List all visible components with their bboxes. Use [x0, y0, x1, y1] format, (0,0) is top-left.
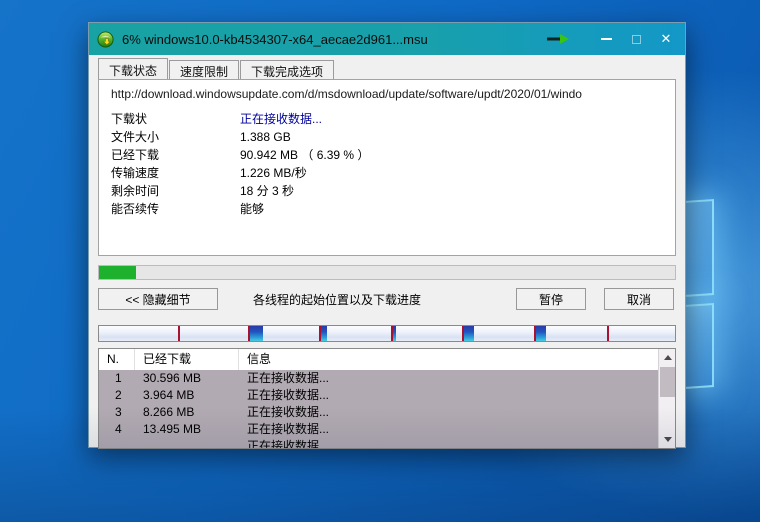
field-label-downloaded: 已经下载 — [111, 146, 240, 164]
cell-downloaded — [135, 438, 239, 449]
desktop-background: 6% windows10.0-kb4534307-x64_aecae2d961.… — [0, 0, 760, 522]
table-scrollbar[interactable] — [658, 349, 675, 448]
table-body: 130.596 MB正在接收数据... 23.964 MB正在接收数据... 3… — [99, 370, 658, 449]
table-row[interactable]: 23.964 MB正在接收数据... — [99, 387, 658, 404]
cell-downloaded: 3.964 MB — [135, 387, 239, 404]
idm-download-window: 6% windows10.0-kb4534307-x64_aecae2d961.… — [88, 22, 686, 448]
thread-marker — [607, 326, 609, 341]
hide-details-button[interactable]: << 隐藏细节 — [98, 288, 218, 310]
cell-downloaded: 13.495 MB — [135, 421, 239, 438]
cell-info: 正在接收数据... — [239, 370, 658, 387]
thread-progress-bar — [98, 325, 676, 342]
windows-logo-pane — [684, 303, 714, 389]
tab-speed-limit[interactable]: 速度限制 — [169, 60, 239, 79]
window-title: 6% windows10.0-kb4534307-x64_aecae2d961.… — [122, 32, 547, 47]
client-area: 下载状态 速度限制 下载完成选项 http://download.windows… — [89, 58, 685, 449]
close-button[interactable]: ✕ — [651, 23, 681, 55]
thread-marker — [534, 326, 546, 341]
scrollbar-thumb[interactable] — [660, 367, 675, 397]
thread-marker — [248, 326, 263, 341]
table-header-row: N. 已经下载 信息 — [99, 349, 675, 370]
field-label-resume: 能否续传 — [111, 200, 240, 218]
cell-info: 正在接收数据... — [239, 438, 658, 449]
cell-info: 正在接收数据... — [239, 404, 658, 421]
windows-logo-pane — [684, 199, 714, 297]
field-value-downloaded: 90.942 MB （ 6.39 % ） — [240, 146, 663, 164]
cell-downloaded: 8.266 MB — [135, 404, 239, 421]
progress-fill — [99, 266, 136, 279]
tab-download-complete-options[interactable]: 下载完成选项 — [240, 60, 334, 79]
field-value-status: 正在接收数据... — [240, 110, 663, 128]
scroll-up-button[interactable] — [659, 349, 676, 366]
field-value-time-left: 18 分 3 秒 — [240, 182, 663, 200]
header-info: 信息 — [239, 349, 675, 370]
cell-info: 正在接收数据... — [239, 421, 658, 438]
minimize-button[interactable] — [591, 23, 621, 55]
forward-arrow-icon[interactable] — [547, 34, 569, 44]
field-value-filesize: 1.388 GB — [240, 128, 663, 146]
field-label-status: 下载状 — [111, 110, 240, 128]
cell-n: 4 — [99, 421, 135, 438]
thread-marker — [462, 326, 474, 341]
cancel-button[interactable]: 取消 — [604, 288, 674, 310]
thread-marker — [319, 326, 327, 341]
button-row: << 隐藏细节 各线程的起始位置以及下载进度 暂停 取消 — [98, 288, 676, 310]
tab-download-status[interactable]: 下载状态 — [98, 58, 168, 79]
field-value-resume: 能够 — [240, 200, 663, 218]
scroll-up-icon — [664, 355, 672, 360]
threads-caption: 各线程的起始位置以及下载进度 — [218, 291, 516, 308]
progress-bar — [98, 265, 676, 280]
table-row[interactable]: 413.495 MB正在接收数据... — [99, 421, 658, 438]
maximize-icon — [632, 35, 641, 44]
titlebar[interactable]: 6% windows10.0-kb4534307-x64_aecae2d961.… — [89, 23, 685, 55]
field-label-time-left: 剩余时间 — [111, 182, 240, 200]
cell-info: 正在接收数据... — [239, 387, 658, 404]
scroll-down-button[interactable] — [659, 431, 676, 448]
threads-table: N. 已经下载 信息 130.596 MB正在接收数据... 23.964 MB… — [98, 348, 676, 449]
cell-n: 2 — [99, 387, 135, 404]
header-n: N. — [99, 349, 135, 370]
header-downloaded: 已经下载 — [135, 349, 239, 370]
thread-marker — [391, 326, 396, 341]
scroll-down-icon — [664, 437, 672, 442]
cell-n — [99, 438, 135, 449]
idm-logo-icon — [97, 31, 114, 48]
cell-n: 1 — [99, 370, 135, 387]
table-row[interactable]: 38.266 MB正在接收数据... — [99, 404, 658, 421]
download-url: http://download.windowsupdate.com/d/msdo… — [111, 87, 663, 101]
field-label-filesize: 文件大小 — [111, 128, 240, 146]
table-row[interactable]: 正在接收数据... — [99, 438, 658, 449]
close-icon: ✕ — [661, 31, 672, 47]
status-panel: http://download.windowsupdate.com/d/msdo… — [98, 79, 676, 256]
tab-bar: 下载状态 速度限制 下载完成选项 — [98, 58, 676, 79]
cell-n: 3 — [99, 404, 135, 421]
pause-button[interactable]: 暂停 — [516, 288, 586, 310]
field-value-speed: 1.226 MB/秒 — [240, 164, 663, 182]
field-label-speed: 传输速度 — [111, 164, 240, 182]
thread-marker — [178, 326, 180, 341]
cell-downloaded: 30.596 MB — [135, 370, 239, 387]
minimize-icon — [601, 38, 612, 40]
maximize-button[interactable] — [621, 23, 651, 55]
table-row[interactable]: 130.596 MB正在接收数据... — [99, 370, 658, 387]
